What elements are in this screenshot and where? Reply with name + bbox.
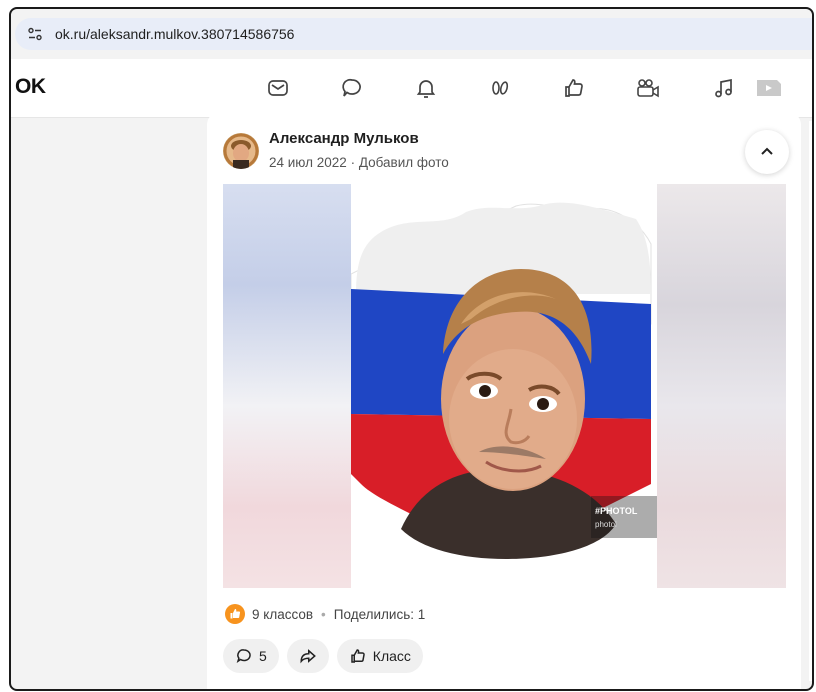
apps-icon[interactable]: [753, 73, 783, 103]
url-text[interactable]: ok.ru/aleksandr.mulkov.380714586756: [55, 26, 294, 42]
post-photo[interactable]: #PHOTOL photol: [223, 184, 786, 588]
klass-button[interactable]: Класс: [336, 639, 423, 673]
comments-count: 5: [259, 648, 267, 664]
photo-image[interactable]: #PHOTOL photol: [351, 184, 657, 588]
browser-window: ok.ru/aleksandr.mulkov.380714586756 OK А…: [9, 7, 814, 691]
share-button[interactable]: [286, 639, 329, 673]
post-stats: 9 классов • Поделились: 1: [225, 604, 425, 624]
guests-icon[interactable]: [485, 73, 515, 103]
likes-icon[interactable]: [559, 73, 589, 103]
right-sidebar-edge: [809, 121, 812, 681]
site-header: OK: [11, 59, 812, 117]
comment-icon: [236, 649, 251, 664]
music-icon[interactable]: [709, 73, 739, 103]
likes-count[interactable]: 9 классов: [252, 607, 313, 622]
post-actions: 5 Класс: [223, 639, 423, 673]
klass-label: Класс: [372, 648, 411, 664]
share-arrow-icon: [300, 649, 316, 664]
ok-logo[interactable]: OK: [15, 75, 46, 99]
collapse-button[interactable]: [745, 130, 789, 174]
address-bar[interactable]: ok.ru/aleksandr.mulkov.380714586756: [15, 18, 812, 50]
chevron-up-icon: [761, 147, 773, 155]
stats-separator: •: [321, 606, 326, 622]
author-avatar[interactable]: [223, 133, 259, 169]
feed-post: Александр Мульков 24 июл 2022 · Добавил …: [207, 111, 801, 689]
comments-button[interactable]: 5: [223, 639, 279, 673]
photo-watermark-sub: photol: [595, 520, 617, 529]
video-icon[interactable]: [633, 73, 663, 103]
photo-blur-left: [223, 184, 351, 588]
post-meta: 24 июл 2022 · Добавил фото: [269, 155, 449, 170]
discussions-icon[interactable]: [337, 73, 367, 103]
photo-watermark: #PHOTOL: [595, 506, 638, 516]
notifications-icon[interactable]: [411, 73, 441, 103]
shares-count[interactable]: Поделились: 1: [334, 607, 425, 622]
photo-blur-right: [657, 184, 786, 588]
thumbs-up-icon: [351, 649, 365, 663]
meta-separator: ·: [350, 155, 356, 170]
mail-icon[interactable]: [263, 73, 293, 103]
post-date[interactable]: 24 июл 2022: [269, 155, 347, 170]
tune-icon[interactable]: [25, 24, 45, 44]
post-action: Добавил фото: [358, 155, 449, 170]
klass-badge-icon: [225, 604, 245, 624]
author-name[interactable]: Александр Мульков: [269, 130, 419, 147]
